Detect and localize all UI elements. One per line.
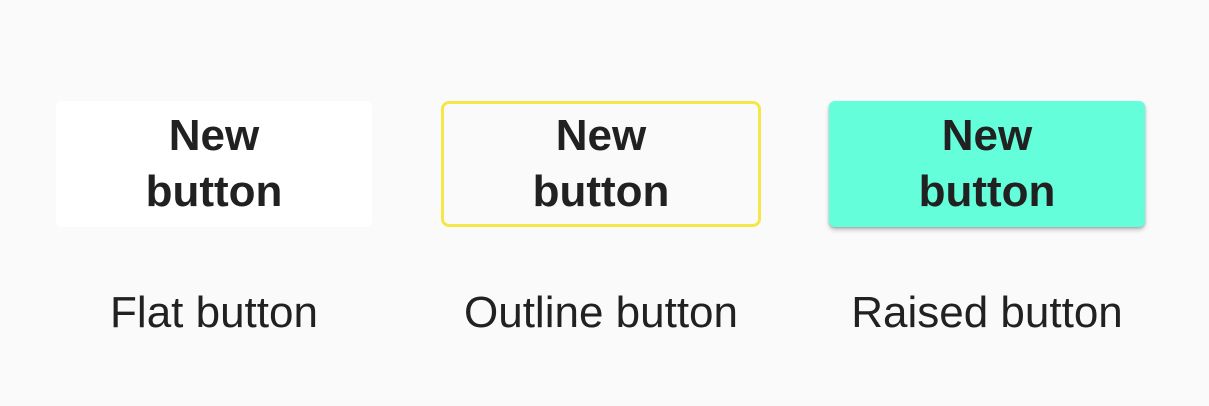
- flat-button-caption: Flat button: [110, 288, 318, 337]
- outline-button-label: New button: [532, 111, 670, 216]
- raised-new-button[interactable]: New button: [829, 101, 1145, 227]
- outline-button-column: New button Outline button: [441, 0, 761, 406]
- flat-button-column: New button Flat button: [56, 0, 372, 406]
- outline-new-button[interactable]: New button: [441, 101, 761, 227]
- flat-button-label: New button: [145, 111, 283, 216]
- raised-button-column: New button Raised button: [829, 0, 1145, 406]
- raised-button-caption: Raised button: [851, 288, 1123, 337]
- raised-button-label: New button: [918, 111, 1056, 216]
- outline-button-caption: Outline button: [464, 288, 738, 337]
- flat-new-button[interactable]: New button: [56, 101, 372, 227]
